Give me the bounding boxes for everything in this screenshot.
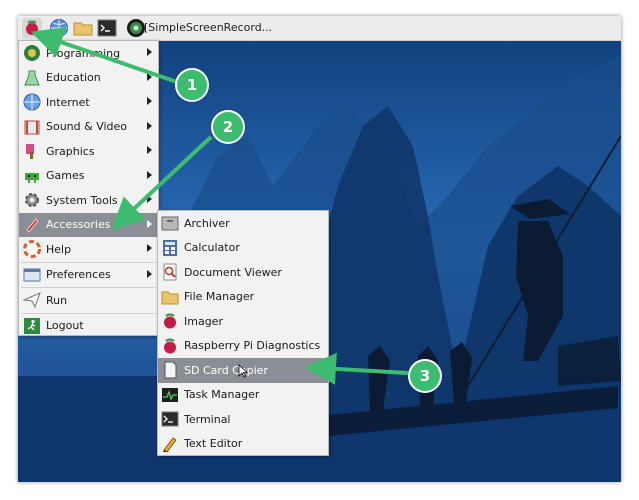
menu-item-label: Run (46, 293, 68, 307)
task-button-label[interactable]: [SimpleScreenRecord... (144, 21, 272, 34)
menu-item-games[interactable]: Games (19, 164, 158, 189)
globe-icon[interactable] (49, 18, 69, 38)
menu-item-label: Graphics (46, 144, 95, 158)
run-icon (23, 292, 41, 309)
menu-item-label: Sound & Video (46, 120, 128, 134)
education-icon (24, 70, 40, 86)
recorder-icon[interactable] (126, 18, 146, 38)
annotation-badge-1: 1 (175, 68, 209, 102)
menu-item-label: Task Manager (184, 388, 260, 402)
programming-icon (24, 45, 40, 62)
menu-item-education[interactable]: Education (19, 66, 158, 91)
menu-item-document-viewer[interactable]: Document Viewer (158, 260, 328, 285)
annotation-badge-3: 3 (408, 359, 442, 393)
accessories-submenu: Archiver Calculator Document Viewer File… (157, 210, 329, 456)
menu-item-label: Programming (46, 46, 121, 60)
menu-item-help[interactable]: Help (19, 237, 158, 262)
menu-item-archiver[interactable]: Archiver (158, 211, 328, 236)
submenu-arrow-icon (147, 244, 152, 252)
submenu-arrow-icon (147, 170, 152, 179)
menu-item-text-editor[interactable]: Text Editor (158, 432, 328, 457)
sound-video-icon (24, 120, 40, 135)
folder-icon[interactable] (73, 18, 93, 38)
document-viewer-icon (163, 263, 177, 281)
task-manager-icon (162, 387, 178, 402)
graphics-icon (26, 144, 34, 160)
internet-icon (23, 93, 41, 111)
menu-item-label: SD Card Copier (184, 363, 268, 377)
imager-icon (164, 313, 176, 329)
submenu-arrow-icon (147, 48, 152, 56)
menu-item-label: Logout (46, 319, 84, 333)
submenu-arrow-icon (147, 219, 152, 228)
menu-item-label: System Tools (46, 193, 118, 207)
menu-item-label: Archiver (184, 216, 230, 230)
archiver-icon (161, 216, 179, 231)
menu-item-imager[interactable]: Imager (158, 309, 328, 334)
games-icon (25, 172, 39, 183)
applications-menu: Programming Education Internet Sound & V… (18, 40, 159, 336)
menu-item-terminal[interactable]: Terminal (158, 407, 328, 432)
system-tools-icon (25, 193, 39, 208)
submenu-arrow-icon (147, 121, 152, 130)
mouse-cursor-icon (238, 364, 248, 378)
preferences-icon (23, 268, 41, 282)
submenu-arrow-icon (147, 146, 152, 154)
menu-item-label: Accessories (46, 218, 111, 232)
annotation-badge-2: 2 (211, 110, 245, 144)
menu-item-label: Preferences (46, 268, 111, 282)
menu-item-label: Document Viewer (184, 265, 282, 279)
menu-item-label: Internet (46, 95, 90, 109)
menu-item-sd-card-copier[interactable]: SD Card Copier (158, 358, 328, 383)
menu-item-calculator[interactable]: Calculator (158, 236, 328, 261)
menu-item-preferences[interactable]: Preferences (19, 263, 158, 288)
raspberry-diagnostics-icon (164, 338, 176, 354)
menu-item-label: Terminal (184, 412, 231, 426)
menu-item-programming[interactable]: Programming (19, 41, 158, 66)
menu-item-label: File Manager (184, 290, 255, 304)
menu-item-label: Games (46, 169, 85, 183)
file-manager-icon (161, 291, 179, 305)
terminal-app-icon (161, 411, 179, 427)
submenu-arrow-icon (147, 195, 152, 203)
menu-item-graphics[interactable]: Graphics (19, 139, 158, 164)
menu-item-label: Calculator (184, 241, 240, 255)
menu-item-label: Text Editor (184, 437, 243, 451)
logout-icon (24, 317, 40, 334)
desktop-screen: [SimpleScreenRecord... Programming Educa… (18, 16, 621, 482)
menu-item-accessories[interactable]: Accessories (19, 212, 158, 237)
menu-item-label: Education (46, 71, 101, 85)
accessories-icon (26, 218, 39, 233)
calculator-icon (163, 239, 177, 256)
menu-item-logout[interactable]: Logout (19, 314, 158, 339)
submenu-arrow-icon (147, 97, 152, 105)
menu-item-task-manager[interactable]: Task Manager (158, 383, 328, 408)
submenu-arrow-icon (147, 72, 152, 81)
help-icon (23, 240, 41, 259)
menu-item-system-tools[interactable]: System Tools (19, 188, 158, 213)
menu-item-sound-video[interactable]: Sound & Video (19, 115, 158, 140)
raspberry-icon[interactable] (22, 18, 42, 38)
menu-item-internet[interactable]: Internet (19, 90, 158, 115)
menu-item-label: Help (46, 242, 72, 256)
menu-item-run[interactable]: Run (19, 288, 158, 313)
terminal-icon[interactable] (97, 18, 117, 38)
menu-item-raspberry-diagnostics[interactable]: Raspberry Pi Diagnostics (158, 334, 328, 359)
submenu-arrow-icon (147, 269, 152, 278)
menu-item-file-manager[interactable]: File Manager (158, 285, 328, 310)
text-editor-icon (163, 437, 177, 453)
menu-item-label: Raspberry Pi Diagnostics (184, 339, 321, 353)
sd-card-icon (164, 361, 177, 379)
taskbar: [SimpleScreenRecord... (18, 16, 621, 41)
menu-item-label: Imager (184, 314, 223, 328)
